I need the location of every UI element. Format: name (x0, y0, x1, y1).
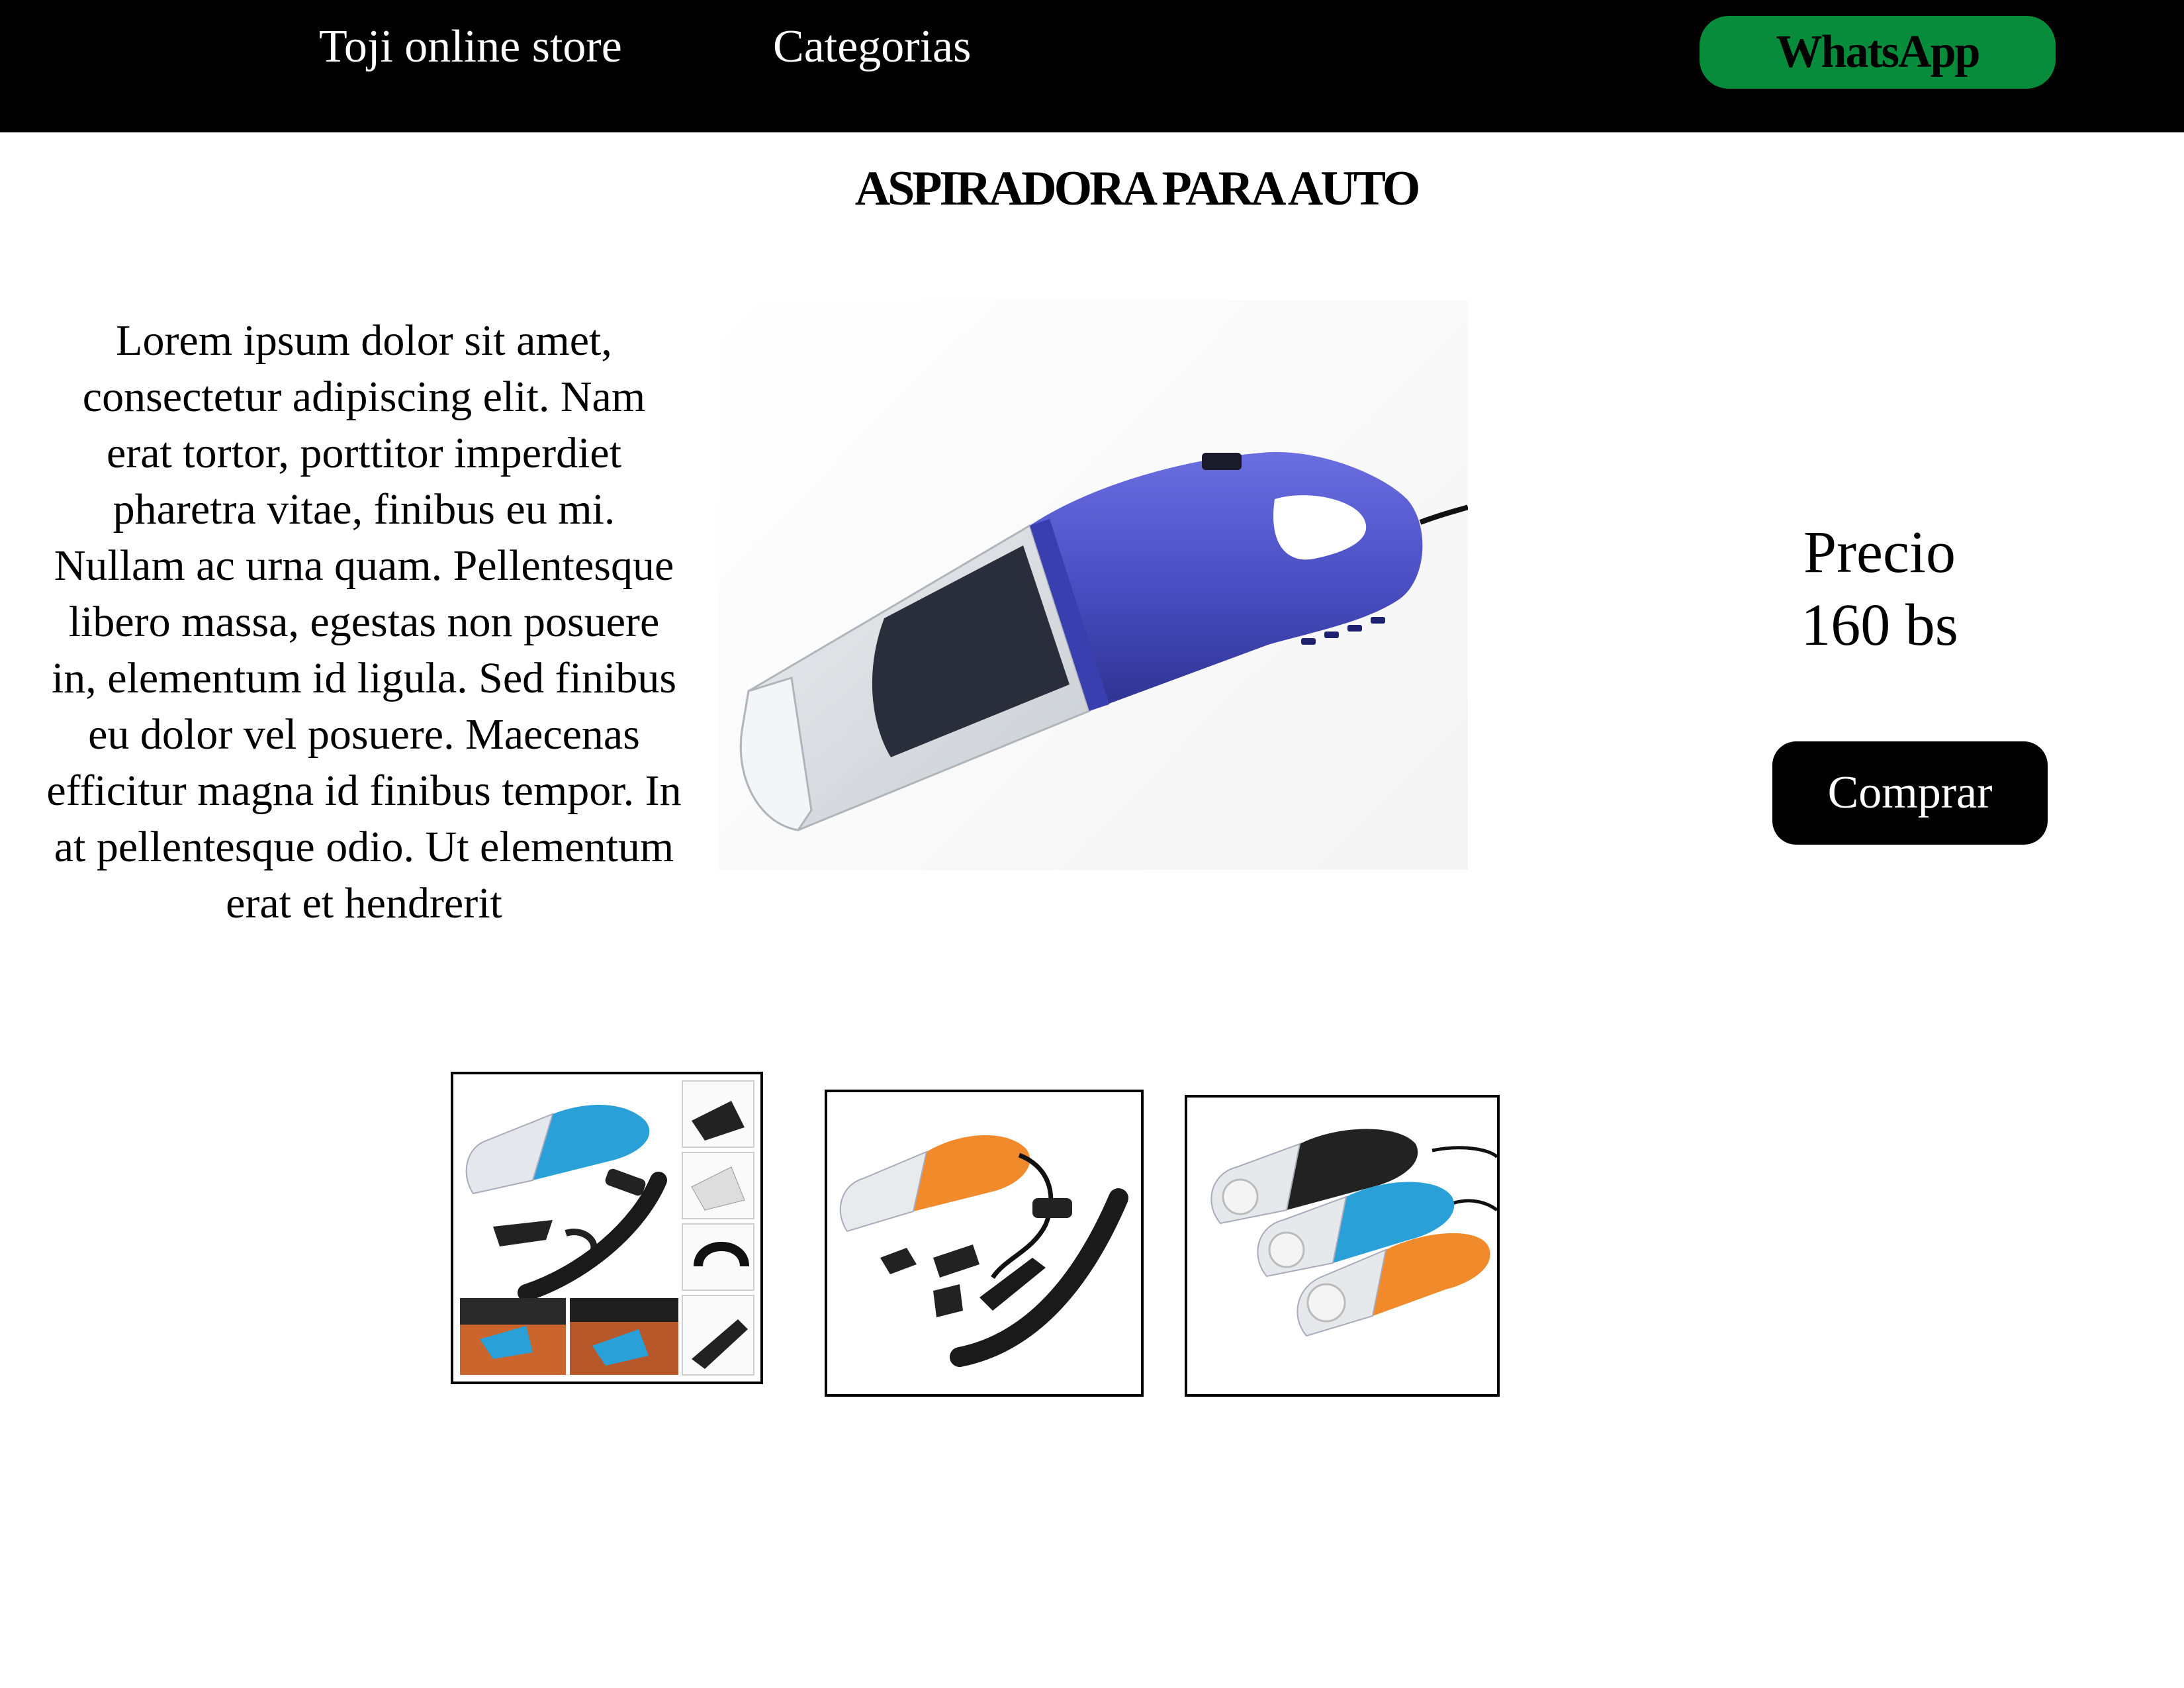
price-value: 160 bs (1801, 592, 1958, 658)
thumbnail-1[interactable] (451, 1072, 763, 1384)
price-label: Precio (1803, 520, 1956, 585)
product-title: ASPIRADORA PARA AUTO (854, 162, 1421, 216)
thumbnail-2[interactable] (825, 1090, 1144, 1397)
product-description: Lorem ipsum dolor sit amet, consectetur … (46, 316, 682, 927)
buy-button[interactable]: Comprar (1772, 741, 2048, 845)
vacuum-accessories-collage-icon (453, 1074, 760, 1382)
vacuum-orange-kit-icon (827, 1092, 1141, 1394)
top-navbar: Toji online store Categorias WhatsApp (0, 0, 2184, 132)
price-block: Precio 160 bs (1707, 516, 2052, 662)
store-name-link[interactable]: Toji online store (319, 17, 622, 77)
hand-vacuum-icon (739, 451, 1468, 831)
thumbnail-3[interactable] (1185, 1095, 1500, 1397)
main-product-image (719, 301, 1468, 870)
categories-link[interactable]: Categorias (773, 17, 971, 77)
vacuum-three-colors-icon (1187, 1098, 1497, 1394)
whatsapp-button[interactable]: WhatsApp (1700, 16, 2056, 89)
